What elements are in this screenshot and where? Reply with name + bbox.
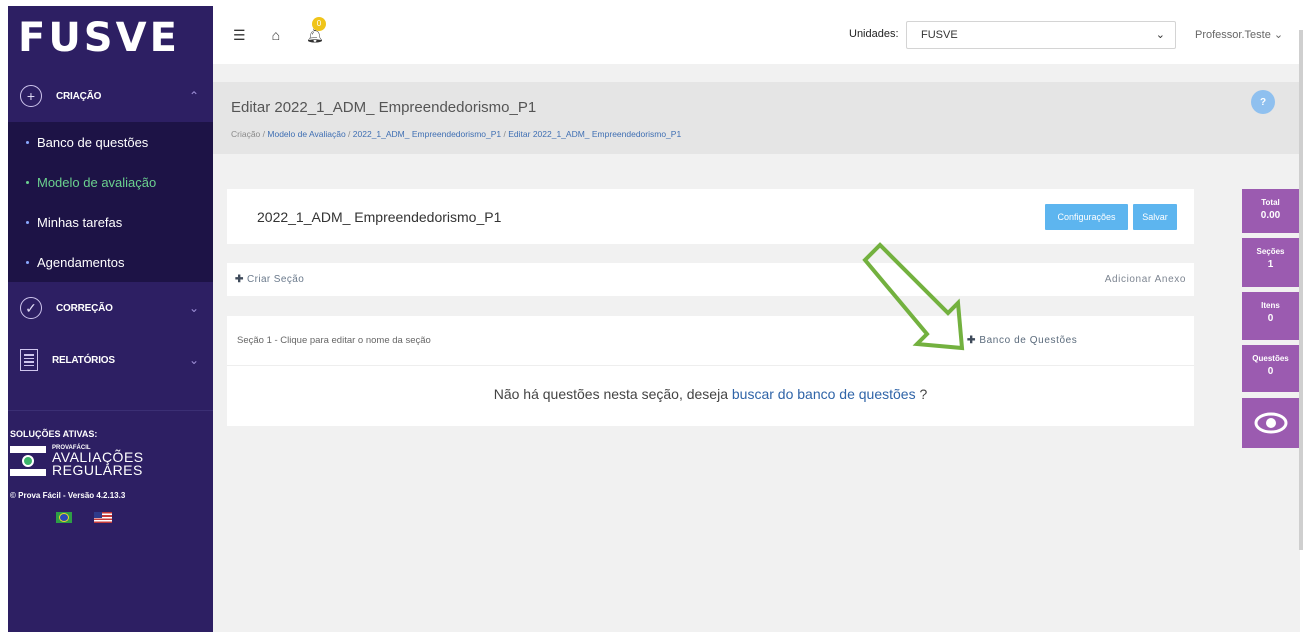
- user-menu[interactable]: Professor.Teste ⌄: [1195, 28, 1283, 41]
- flag-brazil-icon[interactable]: [56, 512, 72, 523]
- add-attachment-button[interactable]: Adicionar Anexo: [1105, 274, 1186, 285]
- save-button[interactable]: Salvar: [1133, 204, 1177, 230]
- sidebar-item-label: Modelo de avaliação: [37, 174, 157, 190]
- chevron-down-icon: ⌄: [188, 353, 199, 367]
- menu-criacao-label: CRIAÇÃO: [56, 90, 102, 102]
- stat-questoes-label: Questões: [1252, 354, 1289, 363]
- model-title[interactable]: 2022_1_ADM_ Empreendedorismo_P1: [257, 209, 501, 225]
- app-root: FUSVE + CRIAÇÃO ⌃ Banco de questões Mode…: [0, 0, 1303, 632]
- section-name[interactable]: Seção 1 - Clique para editar o nome da s…: [237, 335, 431, 346]
- bullet-icon: [26, 220, 29, 224]
- units-label: Unidades:: [849, 28, 899, 40]
- empty-section-message: Não há questões nesta seção, deseja busc…: [227, 386, 1194, 402]
- chevron-down-icon: ⌄: [1155, 29, 1165, 41]
- stat-itens: Itens 0: [1242, 292, 1299, 340]
- home-icon[interactable]: ⌂: [272, 27, 280, 43]
- stat-total-value: 0.00: [1260, 210, 1281, 221]
- chevron-up-icon: ⌃: [188, 89, 199, 103]
- provafacil-logo-icon: [10, 446, 46, 476]
- annotation-arrow-icon: [862, 242, 965, 351]
- sidebar-item-label: Banco de questões: [37, 134, 149, 150]
- menu-correcao[interactable]: ✓ CORREÇÃO ⌄: [8, 282, 213, 334]
- sidebar-item-agendamentos[interactable]: Agendamentos: [8, 242, 213, 282]
- brand-text: PROVAFÁCIL AVALIAÇÕES REGULARES: [52, 445, 144, 477]
- section-card: Seção 1 - Clique para editar o nome da s…: [227, 316, 1194, 426]
- section-header: Seção 1 - Clique para editar o nome da s…: [227, 316, 1194, 366]
- flag-usa-icon[interactable]: [94, 512, 112, 523]
- units-select-value: FUSVE: [921, 29, 958, 41]
- sidebar-item-modelo-avaliacao[interactable]: Modelo de avaliação: [8, 162, 213, 202]
- crumb-root: Criação: [231, 129, 261, 139]
- provafacil-brand: PROVAFÁCIL AVALIAÇÕES REGULARES: [10, 445, 213, 477]
- breadcrumb: Criação / Modelo de Avaliação / 2022_1_A…: [231, 129, 682, 139]
- topbar: ☰ ⌂ 🔔︎ 0 Unidades: FUSVE ⌄ Professor.Tes…: [213, 6, 1300, 64]
- notification-badge: 0: [312, 16, 327, 31]
- stat-total-label: Total: [1261, 198, 1280, 207]
- chevron-down-icon: ⌄: [1273, 29, 1284, 41]
- crumb-model-name[interactable]: 2022_1_ADM_ Empreendedorismo_P1: [353, 129, 501, 139]
- plus-circle-icon: +: [20, 85, 42, 107]
- crumb-modelo[interactable]: Modelo de Avaliação: [267, 129, 345, 139]
- chevron-down-icon: ⌄: [188, 301, 199, 315]
- plus-icon: ✚: [235, 274, 244, 285]
- sidebar: FUSVE + CRIAÇÃO ⌃ Banco de questões Mode…: [8, 6, 213, 632]
- create-section-label: Criar Seção: [246, 274, 305, 285]
- stat-questoes-value: 0: [1267, 366, 1274, 377]
- bell-icon[interactable]: 🔔︎ 0: [306, 16, 327, 44]
- stat-secoes: Seções 1: [1242, 238, 1299, 287]
- bullet-icon: [26, 260, 29, 264]
- actions-bar: ✚ Criar Seção Adicionar Anexo: [227, 263, 1194, 296]
- page-title: Editar 2022_1_ADM_ Empreendedorismo_P1: [231, 99, 537, 116]
- model-card: 2022_1_ADM_ Empreendedorismo_P1 Configur…: [227, 189, 1194, 244]
- report-icon: [20, 349, 38, 371]
- preview-button[interactable]: [1242, 398, 1299, 448]
- empty-text: Não há questões nesta seção, deseja: [493, 386, 728, 402]
- stat-questoes: Questões 0: [1242, 345, 1299, 392]
- sidebar-item-label: Agendamentos: [37, 254, 125, 270]
- sidebar-footer: SOLUÇÕES ATIVAS: PROVAFÁCIL AVALIAÇÕES R…: [8, 410, 213, 523]
- settings-button[interactable]: Configurações: [1045, 204, 1128, 230]
- question-bank-label: Banco de Questões: [979, 335, 1078, 346]
- version-text: © Prova Fácil - Versão 4.2.13.3: [10, 491, 126, 500]
- app-logo[interactable]: FUSVE: [8, 6, 213, 70]
- sidebar-item-label: Minhas tarefas: [37, 214, 123, 230]
- stat-secoes-label: Seções: [1256, 247, 1285, 256]
- brand-line2: REGULARES: [52, 462, 143, 478]
- stat-itens-label: Itens: [1261, 301, 1280, 310]
- user-name: Professor.Teste: [1195, 29, 1271, 41]
- menu-relatorios[interactable]: RELATÓRIOS ⌄: [8, 334, 213, 386]
- create-section-button[interactable]: ✚ Criar Seção: [235, 274, 304, 285]
- sidebar-item-minhas-tarefas[interactable]: Minhas tarefas: [8, 202, 213, 242]
- stat-secoes-value: 1: [1267, 259, 1274, 270]
- stat-itens-value: 0: [1267, 313, 1274, 324]
- bullet-icon: [26, 140, 29, 144]
- language-flags: [10, 512, 213, 523]
- page-header: Editar 2022_1_ADM_ Empreendedorismo_P1 C…: [213, 82, 1300, 154]
- question-bank-button[interactable]: ✚ Banco de Questões: [967, 335, 1077, 346]
- stat-total: Total 0.00: [1242, 189, 1299, 233]
- check-circle-icon: ✓: [20, 297, 42, 319]
- scrollbar[interactable]: [1299, 30, 1303, 550]
- submenu-criacao: Banco de questões Modelo de avaliação Mi…: [8, 122, 213, 282]
- empty-end: ?: [919, 386, 928, 402]
- search-bank-link[interactable]: buscar do banco de questões: [732, 386, 916, 402]
- solutions-title: SOLUÇÕES ATIVAS:: [10, 429, 98, 439]
- menu-correcao-label: CORREÇÃO: [56, 302, 113, 314]
- menu-criacao[interactable]: + CRIAÇÃO ⌃: [8, 70, 213, 122]
- sidebar-item-banco-questoes[interactable]: Banco de questões: [8, 122, 213, 162]
- eye-icon: [1254, 412, 1287, 434]
- menu-toggle-icon[interactable]: ☰: [233, 27, 246, 44]
- bullet-icon: [26, 180, 29, 184]
- help-button[interactable]: ?: [1251, 90, 1275, 114]
- crumb-edit[interactable]: Editar 2022_1_ADM_ Empreendedorismo_P1: [508, 129, 681, 139]
- units-select[interactable]: FUSVE ⌄: [906, 21, 1176, 49]
- menu-relatorios-label: RELATÓRIOS: [52, 354, 115, 366]
